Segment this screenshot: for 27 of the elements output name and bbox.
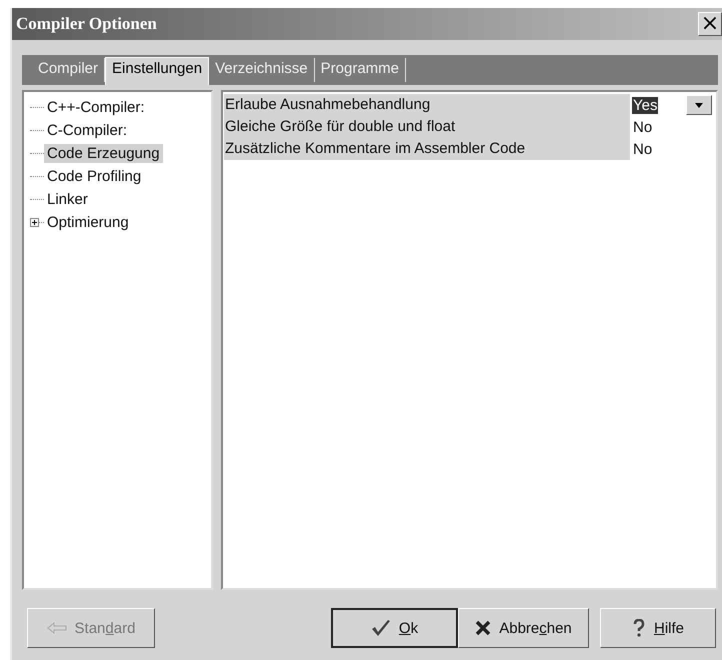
arrow-left-icon [46, 622, 67, 634]
help-button[interactable]: Hilfe [600, 608, 716, 648]
cross-icon [475, 620, 492, 636]
property-value[interactable]: No [632, 118, 654, 136]
dropdown-button[interactable] [686, 95, 712, 115]
tree-item[interactable]: Optimierung [44, 213, 132, 232]
tree-item[interactable]: Code Profiling [44, 167, 144, 186]
window-title: Compiler Optionen [16, 14, 157, 34]
property-value[interactable]: No [632, 140, 654, 158]
expand-icon[interactable] [30, 218, 44, 227]
tab[interactable]: Programme [314, 58, 406, 82]
tab[interactable]: Verzeichnisse [209, 58, 315, 82]
tree-item[interactable]: C-Compiler: [44, 121, 130, 140]
caret-icon [695, 102, 703, 108]
tree-item[interactable]: Code Erzeugung [44, 144, 163, 163]
tree-item[interactable]: C++-Compiler: [44, 98, 148, 117]
close-button[interactable]: × [698, 12, 722, 36]
question-icon [632, 619, 646, 637]
tab[interactable]: Einstellungen [105, 57, 210, 85]
property-name: Gleiche Größe für double und float [224, 116, 630, 138]
tree-item[interactable]: Linker [44, 190, 91, 209]
ok-button[interactable]: Ok [331, 608, 458, 648]
property-name: Erlaube Ausnahmebehandlung [224, 94, 630, 116]
cancel-button[interactable]: Abbrechen [458, 608, 589, 648]
checkmark-icon [370, 619, 391, 637]
property-value[interactable]: Yes [632, 96, 658, 114]
property-name: Zusätzliche Kommentare im Assembler Code [224, 138, 630, 160]
